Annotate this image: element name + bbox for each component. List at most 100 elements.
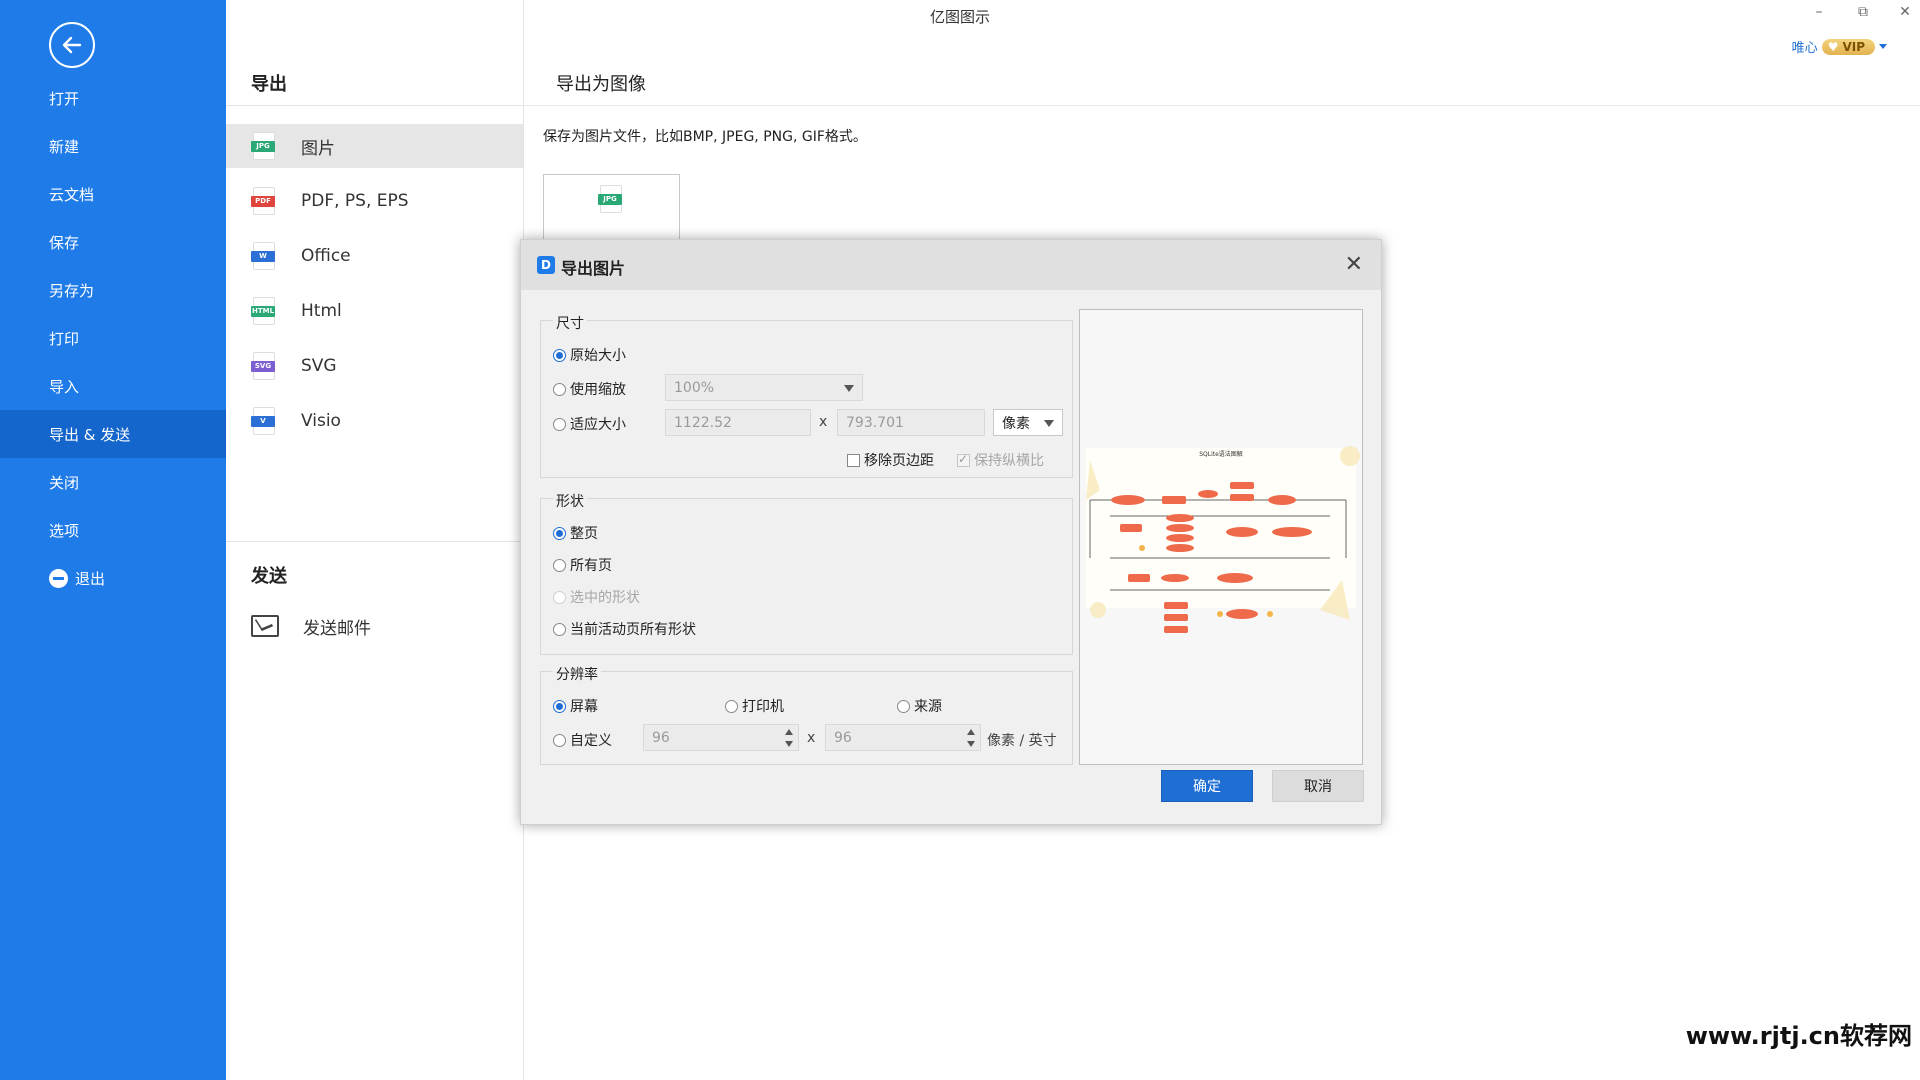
sidebar-item-print[interactable]: 打印 xyxy=(0,314,226,362)
send-email-item[interactable]: 发送邮件 xyxy=(226,604,523,648)
minimize-icon[interactable]: – xyxy=(1804,4,1834,20)
sidebar-item-save-as[interactable]: 另存为 xyxy=(0,266,226,314)
divider xyxy=(226,105,523,106)
app-logo-icon: D xyxy=(537,256,555,274)
current-page-shapes-radio[interactable]: 当前活动页所有形状 xyxy=(553,619,696,639)
radio-checked xyxy=(553,526,566,540)
sidebar-item-open[interactable]: 打开 xyxy=(0,74,226,122)
html-file-icon: HTML xyxy=(251,297,277,325)
radio-unchecked xyxy=(725,699,738,713)
radio-unchecked xyxy=(553,558,566,572)
format-item-image[interactable]: JPG 图片 xyxy=(226,124,523,168)
resolution-group-title: 分辨率 xyxy=(553,664,601,684)
height-input[interactable]: 793.701 xyxy=(837,409,985,436)
arrow-left-icon xyxy=(62,36,82,54)
format-item-visio[interactable]: V Visio xyxy=(226,399,523,443)
back-button[interactable] xyxy=(49,22,95,68)
sidebar-item-cloud[interactable]: 云文档 xyxy=(0,170,226,218)
size-group: 尺寸 原始大小 使用缩放 100% 适应大小 1122.52 x 793.701… xyxy=(540,313,1073,478)
divider xyxy=(524,105,1920,106)
dpi-y-stepper[interactable]: 96 xyxy=(825,724,981,751)
radio-checked xyxy=(553,348,566,362)
export-image-dialog: D 导出图片 ✕ 尺寸 原始大小 使用缩放 100% 适应大小 1122.52 … xyxy=(520,239,1382,825)
all-pages-radio[interactable]: 所有页 xyxy=(553,555,612,575)
vip-badge: ♥ VIP xyxy=(1821,38,1875,55)
radio-unchecked xyxy=(553,417,566,431)
fit-size-radio[interactable]: 适应大小 xyxy=(553,414,626,434)
ok-button[interactable]: 确定 xyxy=(1161,770,1253,802)
svg-file-icon: SVG xyxy=(251,352,277,380)
export-menu: 导出 JPG 图片 PDF PDF, PS, EPS W Office HTML… xyxy=(226,0,524,1080)
original-size-radio[interactable]: 原始大小 xyxy=(553,345,626,365)
content-description: 保存为图片文件，比如BMP, JPEG, PNG, GIF格式。 xyxy=(543,129,867,145)
sidebar-item-exit[interactable]: 退出 xyxy=(0,554,226,602)
times-label: x xyxy=(819,414,828,430)
export-preview: SQLite语法图解 xyxy=(1079,309,1363,765)
sidebar-item-options[interactable]: 选项 xyxy=(0,506,226,554)
custom-radio[interactable]: 自定义 xyxy=(553,730,612,750)
whole-page-radio[interactable]: 整页 xyxy=(553,523,598,543)
radio-disabled xyxy=(553,590,566,604)
radio-unchecked xyxy=(553,382,566,396)
sidebar-item-import[interactable]: 导入 xyxy=(0,362,226,410)
printer-radio[interactable]: 打印机 xyxy=(725,696,784,716)
checkbox-checked-disabled xyxy=(957,452,970,467)
dialog-header: D 导出图片 ✕ xyxy=(521,240,1381,290)
radio-unchecked xyxy=(553,733,566,747)
sidebar-item-new[interactable]: 新建 xyxy=(0,122,226,170)
visio-file-icon: V xyxy=(251,407,277,435)
heart-icon: ♥ xyxy=(1827,39,1839,54)
export-section-title: 导出 xyxy=(251,74,287,95)
dialog-title: 导出图片 xyxy=(561,259,626,278)
shape-group-title: 形状 xyxy=(553,491,587,511)
dropdown-arrow-icon xyxy=(844,385,854,392)
checkbox-unchecked xyxy=(847,453,860,467)
backstage-sidebar: 打开 新建 云文档 保存 另存为 打印 导入 导出 & 发送 关闭 选项 退出 xyxy=(0,0,226,1080)
unit-select[interactable]: 像素 xyxy=(993,409,1063,436)
preview-title: SQLite语法图解 xyxy=(1199,450,1243,458)
divider xyxy=(226,541,523,542)
width-input[interactable]: 1122.52 xyxy=(665,409,811,436)
minus-circle-icon xyxy=(49,568,68,588)
radio-unchecked xyxy=(553,622,566,636)
sidebar-item-save[interactable]: 保存 xyxy=(0,218,226,266)
shape-group: 形状 整页 所有页 选中的形状 当前活动页所有形状 xyxy=(540,491,1073,655)
jpg-file-icon: JPG xyxy=(598,185,624,213)
jpg-file-icon: JPG xyxy=(251,132,277,160)
resolution-group: 分辨率 屏幕 打印机 来源 自定义 96 x 96 像素 / 英寸 xyxy=(540,664,1073,765)
size-group-title: 尺寸 xyxy=(553,313,587,333)
times-label: x xyxy=(807,730,816,746)
envelope-icon xyxy=(251,615,279,637)
user-name: 唯心 xyxy=(1791,41,1818,56)
restore-icon[interactable]: ⧉ xyxy=(1848,4,1878,20)
spinner-arrows-icon[interactable] xyxy=(785,727,795,749)
format-item-svg[interactable]: SVG SVG xyxy=(226,344,523,388)
user-account[interactable]: 唯心 ♥ VIP xyxy=(1792,37,1887,56)
close-icon[interactable]: ✕ xyxy=(1345,252,1363,277)
selected-shapes-radio: 选中的形状 xyxy=(553,587,640,607)
format-item-pdf[interactable]: PDF PDF, PS, EPS xyxy=(226,179,523,223)
remove-margin-checkbox[interactable]: 移除页边距 xyxy=(847,450,934,470)
source-radio[interactable]: 来源 xyxy=(897,696,942,716)
send-section-title: 发送 xyxy=(251,566,287,587)
export-image-tile[interactable]: JPG xyxy=(543,174,680,244)
radio-unchecked xyxy=(897,699,910,713)
close-window-icon[interactable]: ✕ xyxy=(1890,4,1920,20)
cancel-button[interactable]: 取消 xyxy=(1272,770,1364,802)
use-scale-radio[interactable]: 使用缩放 xyxy=(553,379,626,399)
radio-checked xyxy=(553,699,566,713)
spinner-arrows-icon[interactable] xyxy=(967,727,977,749)
format-item-html[interactable]: HTML Html xyxy=(226,289,523,333)
watermark: www.rjtj.cn软荐网 xyxy=(1685,1022,1912,1050)
sidebar-item-close[interactable]: 关闭 xyxy=(0,458,226,506)
screen-radio[interactable]: 屏幕 xyxy=(553,696,598,716)
chevron-down-icon[interactable] xyxy=(1879,44,1887,49)
dpi-x-stepper[interactable]: 96 xyxy=(643,724,799,751)
keep-ratio-checkbox[interactable]: 保持纵横比 xyxy=(957,450,1044,470)
sidebar-item-export-send[interactable]: 导出 & 发送 xyxy=(0,410,226,458)
diagram-preview: SQLite语法图解 xyxy=(1086,446,1360,633)
format-item-office[interactable]: W Office xyxy=(226,234,523,278)
content-heading: 导出为图像 xyxy=(556,74,646,95)
scale-select[interactable]: 100% xyxy=(665,374,863,401)
dpi-unit-label: 像素 / 英寸 xyxy=(987,733,1057,749)
